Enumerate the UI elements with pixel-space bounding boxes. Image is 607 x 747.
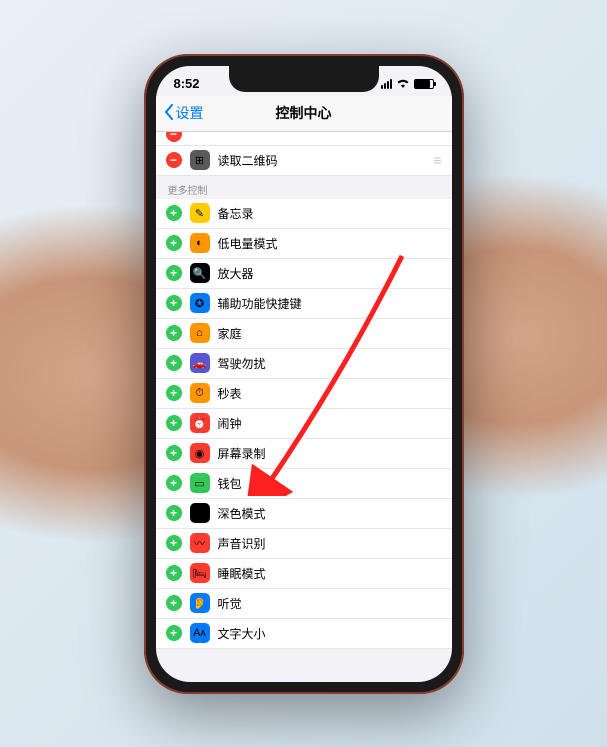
list-item-label: 辅助功能快捷键: [218, 295, 442, 312]
settings-list[interactable]: − − ⊞ 读取二维码 ≡ 更多控制 + ✎ 备忘录 + ◐ 低电量模式 + 🔍 放大器 + ✪ 辅助…: [156, 132, 452, 682]
app-icon: 🛏: [190, 563, 210, 583]
add-icon[interactable]: +: [166, 475, 182, 491]
back-button[interactable]: 设置: [164, 103, 204, 123]
remove-icon[interactable]: −: [166, 132, 182, 143]
app-icon: ◐: [190, 233, 210, 253]
status-bar: 8:52: [156, 66, 452, 96]
list-item[interactable]: + 🛏 睡眠模式: [156, 559, 452, 589]
status-time: 8:52: [174, 76, 200, 91]
app-icon: ⏰: [190, 413, 210, 433]
qr-icon: ⊞: [190, 150, 210, 170]
drag-handle-icon[interactable]: ≡: [433, 152, 441, 168]
app-icon: 〰: [190, 533, 210, 553]
app-icon: ▭: [190, 473, 210, 493]
add-icon[interactable]: +: [166, 415, 182, 431]
add-icon[interactable]: +: [166, 625, 182, 641]
list-item[interactable]: + ⏱ 秒表: [156, 379, 452, 409]
list-item-label: 秒表: [218, 385, 442, 402]
add-icon[interactable]: +: [166, 235, 182, 251]
app-icon: ⏱: [190, 383, 210, 403]
app-icon: ✪: [190, 293, 210, 313]
app-icon: 🚗: [190, 353, 210, 373]
list-item-label: 声音识别: [218, 535, 442, 552]
list-item[interactable]: + ✪ 辅助功能快捷键: [156, 289, 452, 319]
phone-screen: 8:52 设置 控制中心 −: [156, 66, 452, 682]
list-item-label: 睡眠模式: [218, 565, 442, 582]
add-icon[interactable]: +: [166, 265, 182, 281]
add-icon[interactable]: +: [166, 385, 182, 401]
list-item[interactable]: + 🚗 驾驶勿扰: [156, 349, 452, 379]
list-item[interactable]: + ✎ 备忘录: [156, 199, 452, 229]
app-icon: Aᴀ: [190, 623, 210, 643]
list-item-label: 屏幕录制: [218, 445, 442, 462]
add-icon[interactable]: +: [166, 505, 182, 521]
back-label: 设置: [176, 103, 204, 123]
add-icon[interactable]: +: [166, 565, 182, 581]
list-item[interactable]: + 👂 听觉: [156, 589, 452, 619]
chevron-left-icon: [164, 104, 174, 123]
list-item-label: 放大器: [218, 265, 442, 282]
list-item[interactable]: + ⌂ 家庭: [156, 319, 452, 349]
list-item-label: 驾驶勿扰: [218, 355, 442, 372]
wifi-icon: [396, 76, 410, 91]
add-icon[interactable]: +: [166, 535, 182, 551]
nav-header: 设置 控制中心: [156, 96, 452, 132]
phone-frame: 8:52 设置 控制中心 −: [144, 54, 464, 694]
section-header-more: 更多控制: [156, 176, 452, 199]
list-item[interactable]: + ◐ 低电量模式: [156, 229, 452, 259]
app-icon: 🔍: [190, 263, 210, 283]
list-item[interactable]: + 🔍 放大器: [156, 259, 452, 289]
signal-icon: [381, 79, 392, 89]
list-item[interactable]: + ▭ 钱包: [156, 469, 452, 499]
remove-icon[interactable]: −: [166, 152, 182, 168]
list-item-label: 闹钟: [218, 415, 442, 432]
add-icon[interactable]: +: [166, 445, 182, 461]
list-item-label: 钱包: [218, 475, 442, 492]
list-item-qr[interactable]: − ⊞ 读取二维码 ≡: [156, 146, 452, 176]
app-icon: ◑: [190, 503, 210, 523]
list-item-label: 读取二维码: [218, 152, 426, 169]
app-icon: ✎: [190, 203, 210, 223]
list-item-label: 听觉: [218, 595, 442, 612]
list-item-label: 文字大小: [218, 625, 442, 642]
list-item-label: 备忘录: [218, 205, 442, 222]
list-item-label: 深色模式: [218, 505, 442, 522]
add-icon[interactable]: +: [166, 205, 182, 221]
list-item-partial[interactable]: −: [156, 132, 452, 146]
status-indicators: [381, 76, 434, 91]
add-icon[interactable]: +: [166, 325, 182, 341]
app-icon: ◉: [190, 443, 210, 463]
list-item-label: 家庭: [218, 325, 442, 342]
add-icon[interactable]: +: [166, 595, 182, 611]
list-item[interactable]: + ◑ 深色模式: [156, 499, 452, 529]
list-item[interactable]: + ⏰ 闹钟: [156, 409, 452, 439]
list-item[interactable]: + ◉ 屏幕录制: [156, 439, 452, 469]
add-icon[interactable]: +: [166, 355, 182, 371]
app-icon: 👂: [190, 593, 210, 613]
page-title: 控制中心: [276, 103, 332, 123]
add-icon[interactable]: +: [166, 295, 182, 311]
list-item[interactable]: + 〰声音识别: [156, 529, 452, 559]
list-item-label: 低电量模式: [218, 235, 442, 252]
app-icon: ⌂: [190, 323, 210, 343]
battery-icon: [414, 79, 434, 89]
list-item[interactable]: + Aᴀ 文字大小: [156, 619, 452, 649]
